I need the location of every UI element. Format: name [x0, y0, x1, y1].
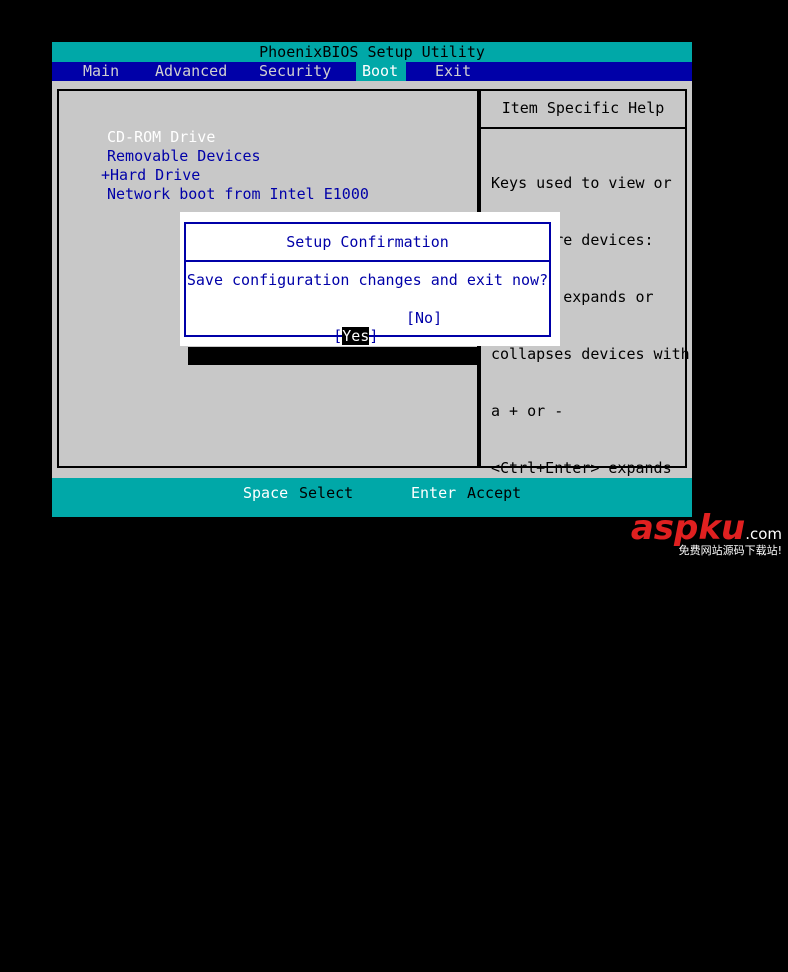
no-button[interactable]: [No] [406, 309, 442, 327]
menu-exit[interactable]: Exit [429, 62, 477, 81]
menu-boot[interactable]: Boot [356, 62, 406, 81]
help-line: that is not installed. [491, 915, 690, 933]
menu-bar: Main Advanced Security Boot Exit [52, 62, 692, 81]
yes-highlight: Yes [342, 327, 370, 345]
watermark-suffix: .com [745, 525, 782, 543]
help-line: a + or - [491, 402, 564, 420]
help-line: collapses devices with [491, 345, 690, 363]
dialog-message: Save configuration changes and exit now? [186, 271, 549, 289]
watermark-brand: aspku [630, 508, 746, 548]
help-line: <d> Remove a device [491, 858, 663, 876]
help-line: device between Hard [491, 744, 663, 762]
help-line: Disk or Removable Disk [491, 801, 690, 819]
boot-item-network[interactable]: Network boot from Intel E1000 [107, 185, 369, 204]
boot-device-list: CD-ROM Drive Removable Devices +Hard Dri… [101, 128, 369, 204]
help-line: <Ctrl+Enter> expands [491, 459, 672, 477]
watermark: aspku.com 免费网站源码下载站! [631, 511, 782, 557]
boot-item-removable[interactable]: Removable Devices [107, 147, 369, 166]
setup-confirmation-dialog: Setup Confirmation Save configuration ch… [180, 212, 560, 346]
status-key-enter: Enter [411, 484, 457, 502]
app-title: PhoenixBIOS Setup Utility [52, 42, 692, 62]
dialog-divider [186, 260, 549, 262]
help-title: Item Specific Help [481, 91, 685, 129]
dialog-title: Setup Confirmation [286, 233, 449, 251]
menu-security[interactable]: Security [253, 62, 337, 81]
status-desc-accept: Accept [467, 484, 522, 502]
help-line: Keys used to view or [491, 174, 672, 192]
boot-item-hard-drive[interactable]: +Hard Drive [101, 166, 369, 185]
status-bar: Space Select Enter Accept [52, 478, 692, 517]
help-line: device up or down. [491, 630, 654, 648]
menu-advanced[interactable]: Advanced [149, 62, 233, 81]
status-desc-select: Select [299, 484, 354, 502]
menu-main[interactable]: Main [77, 62, 125, 81]
status-key-space: Space [243, 484, 289, 502]
yes-button-label: [Yes] [333, 327, 379, 345]
help-line: <Shift + 1> and <-> moves the [491, 573, 753, 591]
boot-item-cdrom[interactable]: CD-ROM Drive [107, 128, 369, 147]
yes-button[interactable]: [Yes] [279, 309, 378, 363]
help-line: <n> May move removable [491, 687, 690, 705]
dialog-frame: Setup Confirmation Save configuration ch… [184, 222, 551, 345]
